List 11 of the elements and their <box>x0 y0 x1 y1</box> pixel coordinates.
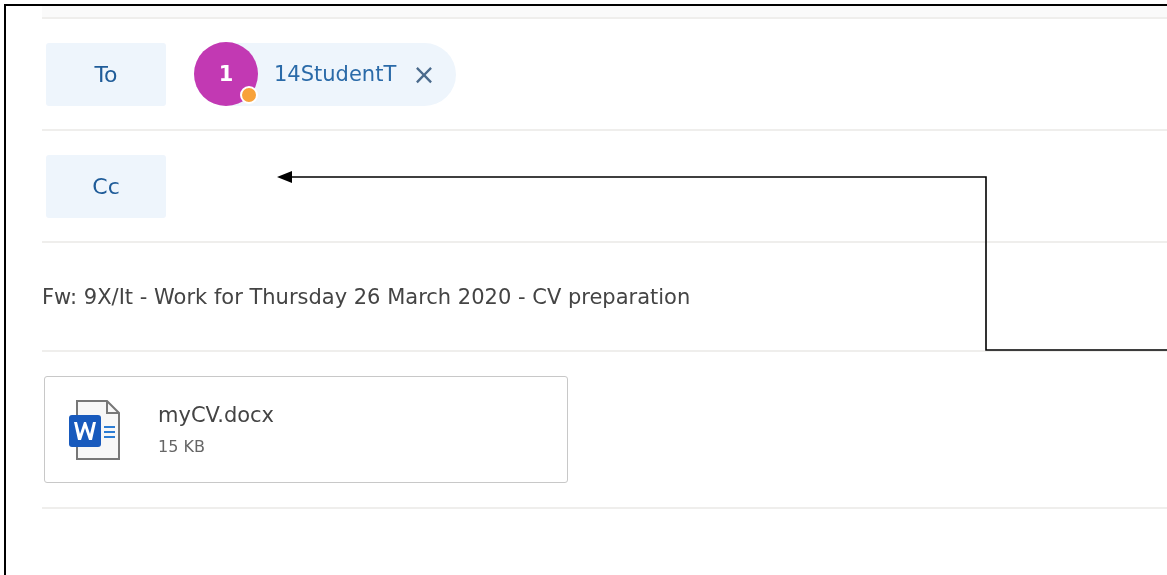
cc-button[interactable]: Cc <box>46 154 166 218</box>
attachment-card[interactable]: myCV.docx 15 KB <box>44 376 568 483</box>
remove-button[interactable]: × <box>408 57 440 91</box>
file-size: 15 KB <box>158 437 206 456</box>
avatar: 1 <box>194 42 258 106</box>
word-document-icon <box>68 399 122 460</box>
recipient-name: 14StudentT <box>274 62 397 86</box>
to-button[interactable]: To <box>46 42 166 106</box>
subject-text: Fw: 9X/It - Work for Thursday 26 March 2020 - CV preparation <box>42 284 691 309</box>
file-name: myCV.docx <box>158 403 275 427</box>
recipient-chip[interactable]: 1 14StudentT × <box>194 42 456 106</box>
